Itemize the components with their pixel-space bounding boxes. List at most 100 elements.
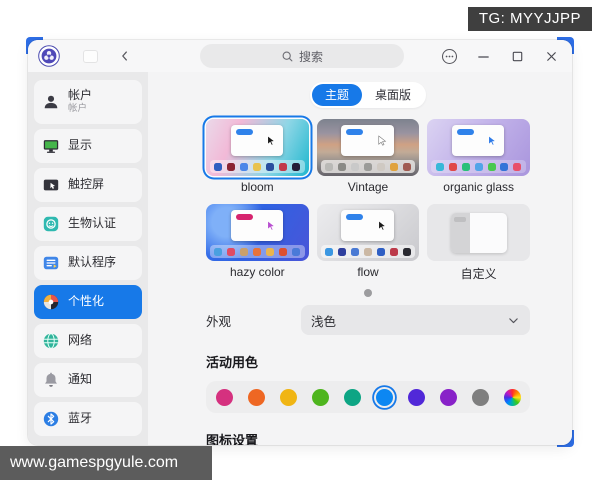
color-swatch[interactable]: [247, 388, 265, 406]
mini-window: [341, 210, 394, 242]
sidebar-item[interactable]: 生物认证: [34, 207, 142, 241]
sidebar-item[interactable]: 显示: [34, 129, 142, 163]
sidebar-item[interactable]: 蓝牙: [34, 402, 142, 436]
color-swatch[interactable]: [471, 388, 489, 406]
color-swatch[interactable]: [439, 388, 457, 406]
sidebar-item[interactable]: 触控屏: [34, 168, 142, 202]
dock-app-icon: [338, 162, 347, 171]
theme-thumbnail[interactable]: [427, 204, 530, 262]
sidebar-item-text: 个性化: [68, 294, 105, 309]
dock-app-icon: [240, 162, 249, 171]
color-swatch[interactable]: [311, 388, 329, 406]
dock-app-icon: [214, 247, 223, 256]
color-swatch[interactable]: [279, 388, 297, 406]
dock-app-icon: [487, 162, 496, 171]
sidebar-item-text: 蓝牙: [68, 411, 92, 426]
cursor-icon: [267, 135, 276, 147]
tab[interactable]: 桌面版: [362, 84, 424, 106]
dock-app-icon: [351, 247, 360, 256]
default-apps-icon: [42, 254, 60, 272]
theme-thumbnail[interactable]: [427, 119, 530, 177]
dock-app-icon: [253, 247, 262, 256]
tabbar-wrap: 主题 桌面版: [206, 82, 530, 109]
biometric-icon: [42, 215, 60, 233]
back-button[interactable]: [114, 45, 136, 67]
custom-preview-sidebar: [450, 212, 470, 253]
dock-app-icon: [266, 162, 275, 171]
search-icon: [281, 50, 294, 63]
maximize-icon[interactable]: [508, 47, 526, 65]
theme-thumbnail[interactable]: [206, 204, 309, 262]
color-swatch[interactable]: [407, 388, 425, 406]
personalization-icon: [42, 293, 60, 311]
custom-preview-body: [469, 212, 507, 253]
sidebar-item[interactable]: 帐户 帐户: [34, 80, 142, 124]
color-swatch[interactable]: [343, 388, 361, 406]
dock-app-icon: [363, 162, 372, 171]
menu-ellipsis-icon[interactable]: [440, 47, 458, 65]
mini-dock: [431, 160, 526, 174]
touchscreen-icon: [42, 176, 60, 194]
dock-app-icon: [389, 162, 398, 171]
tab[interactable]: 主题: [311, 84, 362, 107]
search-input[interactable]: 搜索: [200, 44, 404, 68]
pagination: [206, 289, 530, 298]
mini-window-titlebar: [346, 129, 364, 136]
color-swatch[interactable]: [215, 388, 233, 406]
sidebar-item-text: 生物认证: [68, 216, 117, 231]
dock-app-icon: [292, 162, 301, 171]
theme-card: flow: [316, 204, 420, 282]
theme-thumbnail[interactable]: [316, 119, 420, 177]
dock-app-icon: [292, 247, 301, 256]
dock-app-icon: [448, 162, 457, 171]
sidebar-item-text: 网络: [68, 333, 92, 348]
theme-card: hazy color: [206, 204, 309, 282]
watermark-bottom-left: www.gamespgyule.com: [0, 446, 212, 480]
color-picker-swatch[interactable]: [503, 388, 521, 406]
dock-app-icon: [402, 162, 411, 171]
cursor-icon: [488, 135, 497, 147]
dock-app-icon: [214, 162, 223, 171]
mini-window: [451, 125, 505, 157]
sidebar-item-text: 默认程序: [68, 255, 116, 270]
sidebar-item[interactable]: 通知: [34, 363, 142, 397]
sidebar-item[interactable]: 网络: [34, 324, 142, 358]
sidebar-item-partial[interactable]: [34, 441, 142, 445]
account-icon: [42, 93, 60, 111]
control-center-window: 帐户 帐户显示触控屏生物认证默认程序个性化网络通知蓝牙 主题 桌面版 bloom Vi…: [28, 40, 572, 445]
dock-app-icon: [325, 247, 334, 256]
sidebar-list: 帐户 帐户显示触控屏生物认证默认程序个性化网络通知蓝牙: [34, 80, 142, 436]
mini-dock: [320, 245, 416, 259]
dock-app-icon: [376, 162, 385, 171]
appearance-select[interactable]: 浅色: [301, 305, 530, 336]
sidebar-item[interactable]: 个性化: [34, 285, 142, 319]
dock-app-icon: [363, 247, 372, 256]
page: 帐户 帐户显示触控屏生物认证默认程序个性化网络通知蓝牙 主题 桌面版 bloom Vi…: [0, 0, 600, 480]
dock-app-icon: [279, 162, 288, 171]
dock-app-icon: [338, 247, 347, 256]
pager-dot[interactable]: [364, 289, 372, 298]
close-icon[interactable]: [542, 47, 560, 65]
sidebar-item-label: 生物认证: [68, 216, 117, 231]
mini-window-titlebar: [235, 214, 253, 221]
theme-name: bloom: [240, 180, 274, 195]
dock-app-icon: [435, 162, 444, 171]
theme-name: Vintage: [347, 180, 389, 195]
appearance-value: 浅色: [311, 314, 337, 329]
sidebar-item-text: 触控屏: [68, 177, 105, 192]
dock-app-icon: [461, 162, 470, 171]
theme-thumbnail[interactable]: [316, 204, 420, 262]
minimize-icon[interactable]: [474, 47, 492, 65]
theme-name: organic glass: [443, 180, 515, 195]
cursor-icon: [378, 220, 387, 232]
sidebar-item-label: 个性化: [68, 294, 105, 309]
custom-preview-pill: [453, 216, 466, 222]
sidebar-item[interactable]: 默认程序: [34, 246, 142, 280]
sidebar-item-label: 触控屏: [68, 177, 105, 192]
dock-app-icon: [500, 162, 509, 171]
color-swatch[interactable]: [375, 388, 393, 406]
dock-app-icon: [253, 162, 262, 171]
bluetooth-icon: [42, 410, 60, 428]
theme-thumbnail[interactable]: [206, 119, 309, 177]
sidebar-item-label: 通知: [68, 372, 93, 387]
